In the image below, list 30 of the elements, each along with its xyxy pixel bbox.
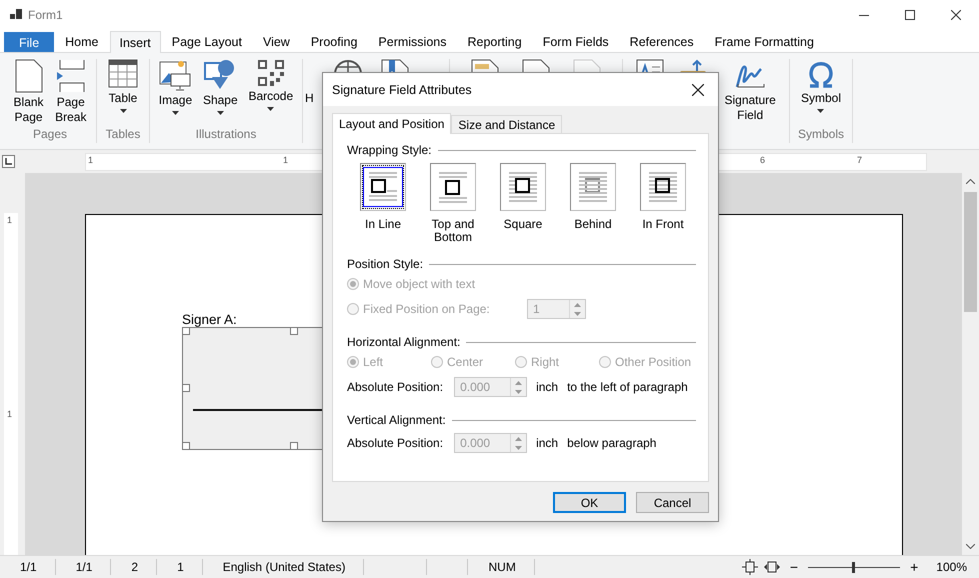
ruler-number: 1: [7, 215, 12, 225]
section-heading: Vertical Alignment:: [347, 413, 446, 427]
group-label: Pages: [32, 127, 68, 143]
signer-label: Signer A:: [182, 312, 237, 327]
field-suffix: below paragraph: [567, 436, 656, 450]
section-heading: Wrapping Style:: [347, 143, 432, 157]
group-label: Symbols: [798, 127, 844, 143]
section-heading: Horizontal Alignment:: [347, 335, 460, 349]
dialog-title: Signature Field Attributes: [332, 82, 472, 96]
ruler-number: 6: [760, 154, 766, 164]
section-heading: Position Style:: [347, 257, 424, 271]
ruler-number: 1: [7, 409, 12, 419]
field-label: Absolute Position:: [347, 380, 444, 394]
ruler-number: 1: [283, 154, 288, 164]
ruler-number: 7: [857, 154, 862, 164]
status-cell: 1/1: [0, 559, 56, 575]
status-cell: 1/1: [56, 559, 112, 575]
status-cell: English (United States): [202, 559, 364, 575]
field-label: Absolute Position:: [347, 436, 444, 450]
zoom-level: 100%: [936, 560, 967, 574]
window-title: Form1: [28, 8, 63, 22]
group-label: Illustrations: [196, 127, 256, 143]
status-cell: 1: [157, 559, 203, 575]
status-cell: NUM: [468, 559, 535, 575]
ruler-number: 1: [88, 154, 94, 164]
unit-label: inch: [536, 380, 558, 394]
field-suffix: to the left of paragraph: [567, 380, 688, 394]
group-label: Tables: [106, 127, 140, 143]
status-cell: 2: [111, 559, 158, 575]
unit-label: inch: [536, 436, 558, 450]
